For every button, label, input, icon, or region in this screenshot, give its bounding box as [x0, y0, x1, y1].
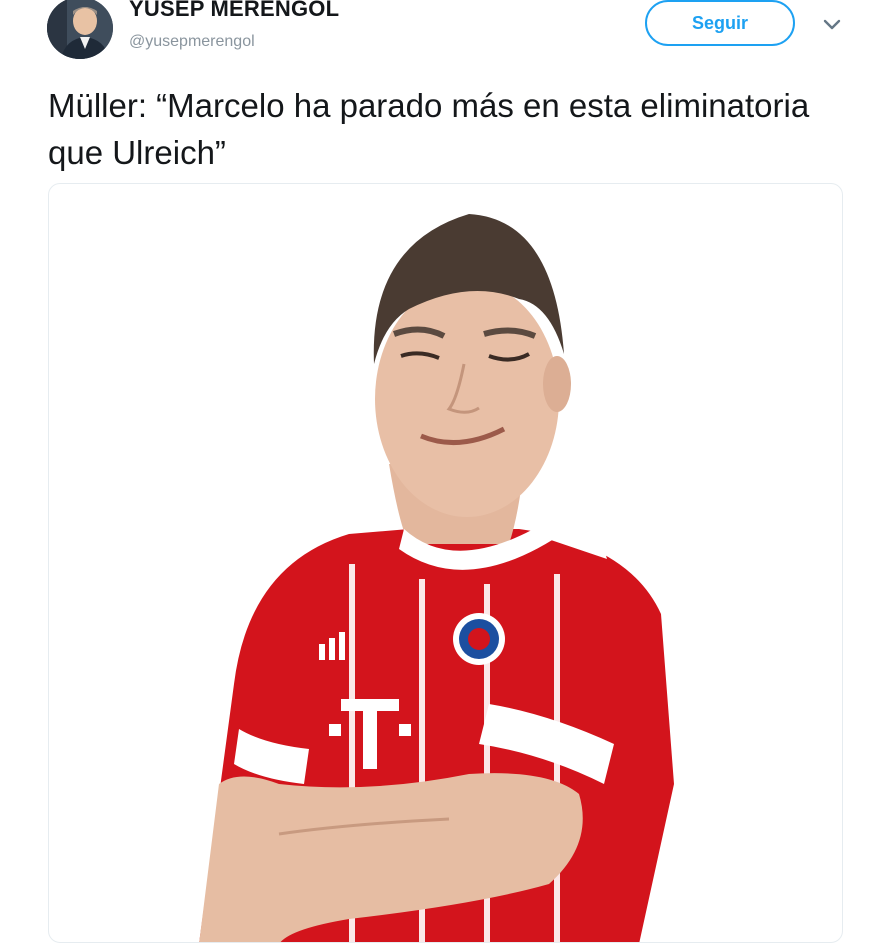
player-photo	[199, 214, 674, 942]
user-avatar-icon	[47, 0, 113, 59]
tweet-card: YUSEP MERENGOL @yusepmerengol Seguir Mül…	[0, 0, 893, 943]
club-crest-center	[468, 628, 490, 650]
tweet-text: Müller: “Marcelo ha parado más en esta e…	[48, 87, 810, 171]
tweet-media-image[interactable]	[48, 183, 843, 943]
chevron-down-icon	[823, 19, 841, 30]
follow-button[interactable]: Seguir	[645, 0, 795, 46]
player-head	[375, 281, 559, 517]
tweet-menu-button[interactable]	[817, 10, 847, 40]
author-avatar[interactable]	[47, 0, 113, 59]
author-display-name[interactable]: YUSEP MERENGOL	[129, 0, 339, 22]
player-ear	[543, 356, 571, 412]
author-handle[interactable]: @yusepmerengol	[129, 33, 255, 51]
